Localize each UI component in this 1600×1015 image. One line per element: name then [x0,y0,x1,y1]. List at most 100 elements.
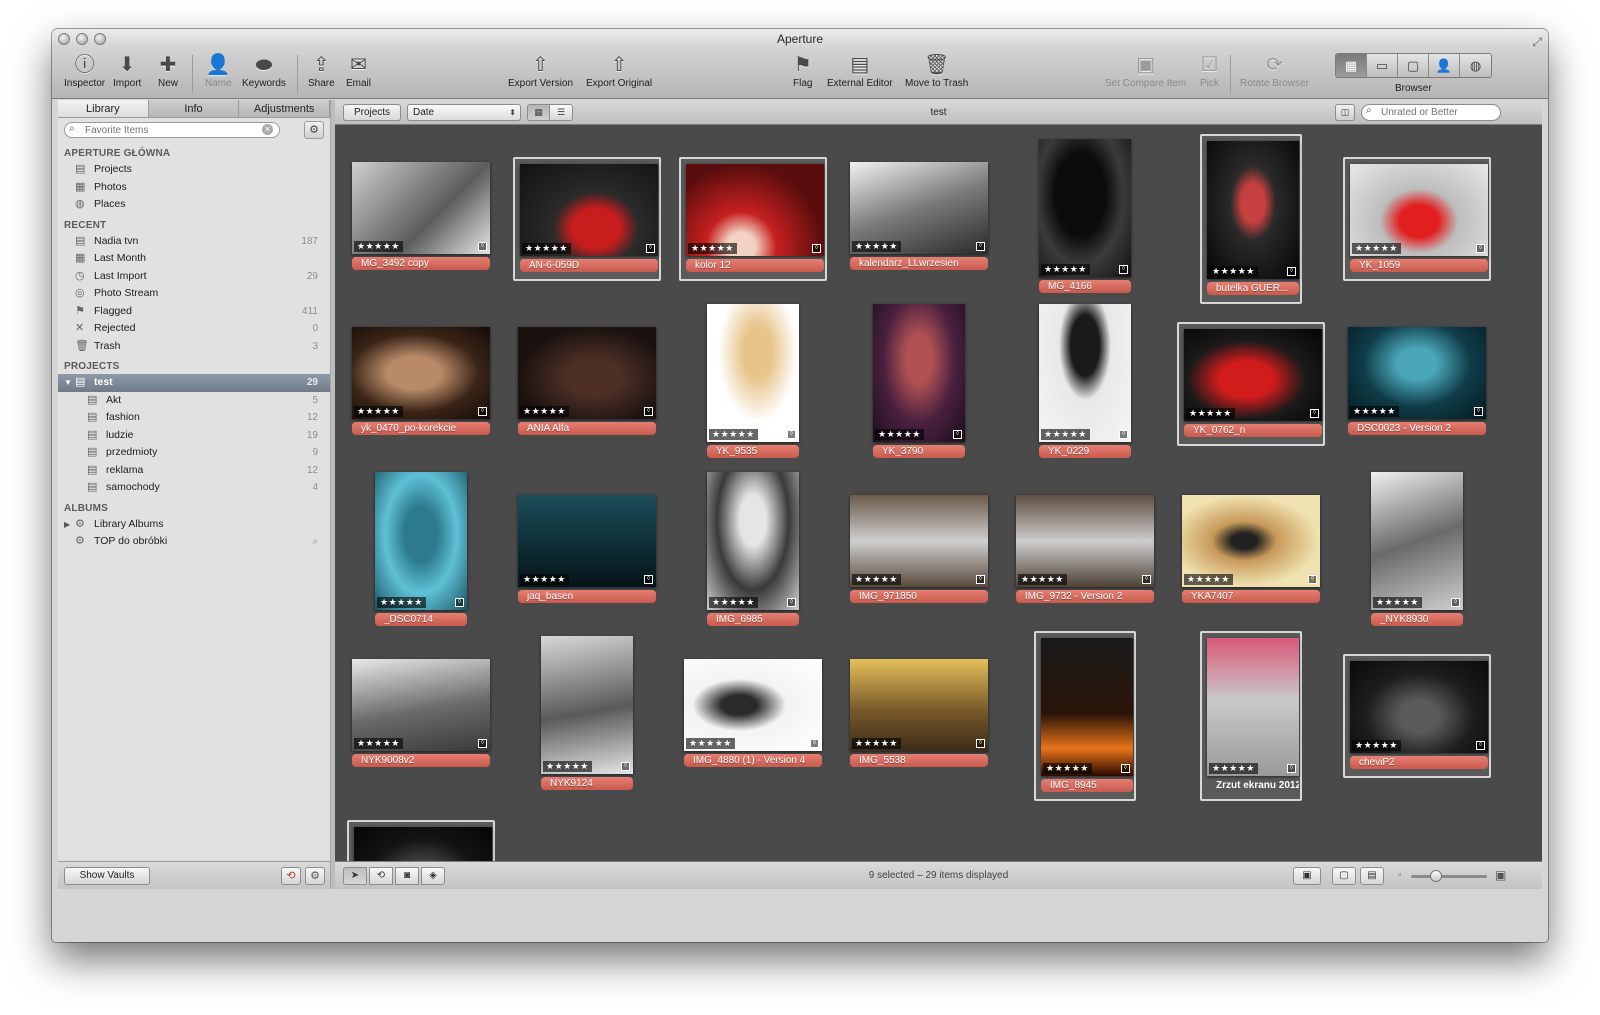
rating-stars[interactable]: ★★★★★ [1043,763,1092,774]
rotate-tool-icon[interactable]: ⟲ [369,867,393,885]
name-button[interactable]: 👤 Name [205,52,232,89]
library-item-photos[interactable]: ▦ Photos [58,179,330,197]
import-button[interactable]: ⬇ Import [113,52,141,89]
rating-stars[interactable]: ★★★★★ [354,241,403,252]
project-item-test[interactable]: ▼ ▤ test 29 [58,374,330,392]
rating-stars[interactable]: ★★★★★ [686,738,735,749]
grid-view-icon[interactable]: ▦ [1336,54,1367,77]
grid-view-icon[interactable]: ▦ [528,105,550,120]
recent-item-nadia-tvn[interactable]: ▤ Nadia tvn 187 [58,233,330,251]
rating-stars[interactable]: ★★★★★ [543,761,592,772]
filmstrip-view-icon[interactable]: ▭ [1367,54,1398,77]
rating-stars[interactable]: ★★★★★ [354,738,403,749]
keywords-button[interactable]: ⬬ Keywords [242,52,286,89]
thumbnail-size-slider[interactable] [1411,875,1487,878]
thumbnail-item[interactable]: ★★★★★ ◊ NYK9124 [536,631,638,801]
places-globe-icon[interactable]: ◍ [1460,54,1491,77]
thumbnail-item[interactable]: ★★★★★ ◊ YK_3790 [868,299,970,469]
thumbnail-item[interactable]: ★★★★★ ◊ IMG_971850 [845,490,993,614]
disclosure-triangle-down-icon[interactable]: ▼ [64,374,72,392]
thumbnail-item[interactable]: ★★★★★ ◊ YK_9535 [702,299,804,469]
thumbnail-item[interactable]: ★★★★★ ◊ ANIA Alfa [513,322,661,446]
thumbnail-item[interactable]: ★★★★★ ◊ Zrzut ekranu 2012-... [1200,631,1302,801]
close-window-button[interactable] [58,33,70,45]
flag-button[interactable]: ⚑ Flag [793,52,812,89]
sort-select[interactable]: Date ⬍ [407,104,521,121]
thumbnail-item[interactable]: ★★★★★ ◊ cheviP2 [1343,654,1491,778]
tab-info[interactable]: Info [148,100,240,117]
thumbnail-item[interactable]: ★★★★★ ◊ butelka GUER... [1200,134,1302,304]
recent-item-rejected[interactable]: ✕ Rejected 0 [58,320,330,338]
recent-item-trash[interactable]: 🗑 Trash 3 [58,338,330,356]
thumbnail-item[interactable]: ★★★★★ ◊ MG_3492 copy [347,157,495,281]
stamp-tool-icon[interactable]: ◙ [395,867,419,885]
rating-stars[interactable]: ★★★★★ [520,574,569,585]
rating-stars[interactable]: ★★★★★ [709,429,758,440]
new-button[interactable]: ✚ New [158,52,178,89]
album-item-samochody[interactable]: ▤ samochody 4 [58,479,330,497]
favorite-items-search-input[interactable] [64,122,280,138]
gear-icon[interactable]: ⚙ [304,121,324,139]
rating-stars[interactable]: ★★★★★ [1209,266,1258,277]
library-item-projects[interactable]: ▤ Projects [58,161,330,179]
album-item-fashion[interactable]: ▤ fashion 12 [58,409,330,427]
recent-item-photo-stream[interactable]: ◎ Photo Stream [58,285,330,303]
thumbnail-item[interactable]: ★★★★★ ◊ YKA7407 [1177,490,1325,614]
set-compare-item-button[interactable]: ▣ Set Compare Item [1105,52,1186,89]
rating-stars[interactable]: ★★★★★ [852,574,901,585]
album-item-przedmioty[interactable]: ▤ przedmioty 9 [58,444,330,462]
magnifier-icon[interactable]: ⌕ [312,533,318,551]
album-item-library-albums[interactable]: ▶ ⚙ Library Albums [58,516,330,534]
album-item-top-do-obrobki[interactable]: ⚙ TOP do obróbki ⌕ [58,533,330,551]
album-item-ludzie[interactable]: ▤ ludzie 19 [58,427,330,445]
clear-search-icon[interactable]: ✕ [262,124,273,135]
thumbnail-item[interactable]: ★★★★★ ◊ IMG_8945 [1034,631,1136,801]
rating-stars[interactable]: ★★★★★ [1350,406,1399,417]
rating-stars[interactable]: ★★★★★ [522,243,571,254]
rating-stars[interactable]: ★★★★★ [709,597,758,608]
tab-adjustments[interactable]: Adjustments [239,100,331,117]
thumbnail-item[interactable]: ★★★★★ ◊ _DSC0714 [370,467,472,637]
thumbnail-item[interactable]: ★★★★★ ◊ _NYK8930 [1366,467,1468,637]
thumbnail-item[interactable]: ★★★★★ ◊ IMG_4880 (1) - Version 4 [679,654,827,778]
thumbnail-item[interactable]: ★★★★★ ◊ yk_0470_po-korekcie [347,322,495,446]
export-original-button[interactable]: ⇧ Export Original [586,52,652,89]
thumbnail-item[interactable]: ★★★★★ ◊ IMG_9732 - Version 2 [1011,490,1159,614]
thumbnail-item[interactable]: ★★★★★ ◊ IMG_6985 [702,467,804,637]
rating-stars[interactable]: ★★★★★ [1186,408,1235,419]
thumbnail-item[interactable]: ★★★★★ ◊ AN-6-059D [513,157,661,281]
viewer-view-icon[interactable]: ▢ [1398,54,1429,77]
thumbnail-item[interactable]: ★★★★★ ◊ NYK9008v2 [347,654,495,778]
inspector-button[interactable]: ⓘ Inspector [64,52,105,89]
filter-search-input[interactable] [1361,104,1501,121]
rating-stars[interactable]: ★★★★★ [1041,264,1090,275]
rating-stars[interactable]: ★★★★★ [1373,597,1422,608]
minimize-window-button[interactable] [76,33,88,45]
thumbnail-item[interactable]: ★★★★★ ◊ YK_1059 [1343,157,1491,281]
tab-library[interactable]: Library [58,100,149,117]
pick-button[interactable]: ☑ Pick [1200,52,1219,89]
filter-hud-icon[interactable]: ◫ [1335,104,1355,121]
list-view-icon[interactable]: ☰ [550,105,572,120]
rating-stars[interactable]: ★★★★★ [1352,243,1401,254]
album-item-akt[interactable]: ▤ Akt 5 [58,392,330,410]
recent-item-last-month[interactable]: ▦ Last Month [58,250,330,268]
thumbnail-item[interactable]: ★★★★★ ◊ YK_0229 [1034,299,1136,469]
thumbnail-item[interactable]: ★★★★★ ◊ jaq_basen [513,490,661,614]
rating-stars[interactable]: ★★★★★ [852,738,901,749]
disclosure-triangle-right-icon[interactable]: ▶ [64,516,70,534]
zoom-window-button[interactable] [94,33,106,45]
thumbnail-item[interactable]: ★★★★★ ◊ kalendarz_LLwrzesien [845,157,993,281]
rating-stars[interactable]: ★★★★★ [520,406,569,417]
thumbnail-item[interactable]: ★★★★★ ◊ MG_4166 [1034,134,1136,304]
rating-stars[interactable]: ★★★★★ [875,429,924,440]
selection-arrow-icon[interactable]: ➤ [343,867,367,885]
metadata-overlay-icon[interactable]: ▣ [1293,867,1321,885]
rating-stars[interactable]: ★★★★★ [688,243,737,254]
gear-icon[interactable]: ⚙ [305,867,325,885]
single-view-icon[interactable]: ▢ [1332,867,1356,885]
rating-stars[interactable]: ★★★★★ [354,406,403,417]
external-editor-button[interactable]: ▤ External Editor [827,52,893,89]
export-version-button[interactable]: ⇧ Export Version [508,52,573,89]
show-vaults-button[interactable]: Show Vaults [64,867,150,885]
